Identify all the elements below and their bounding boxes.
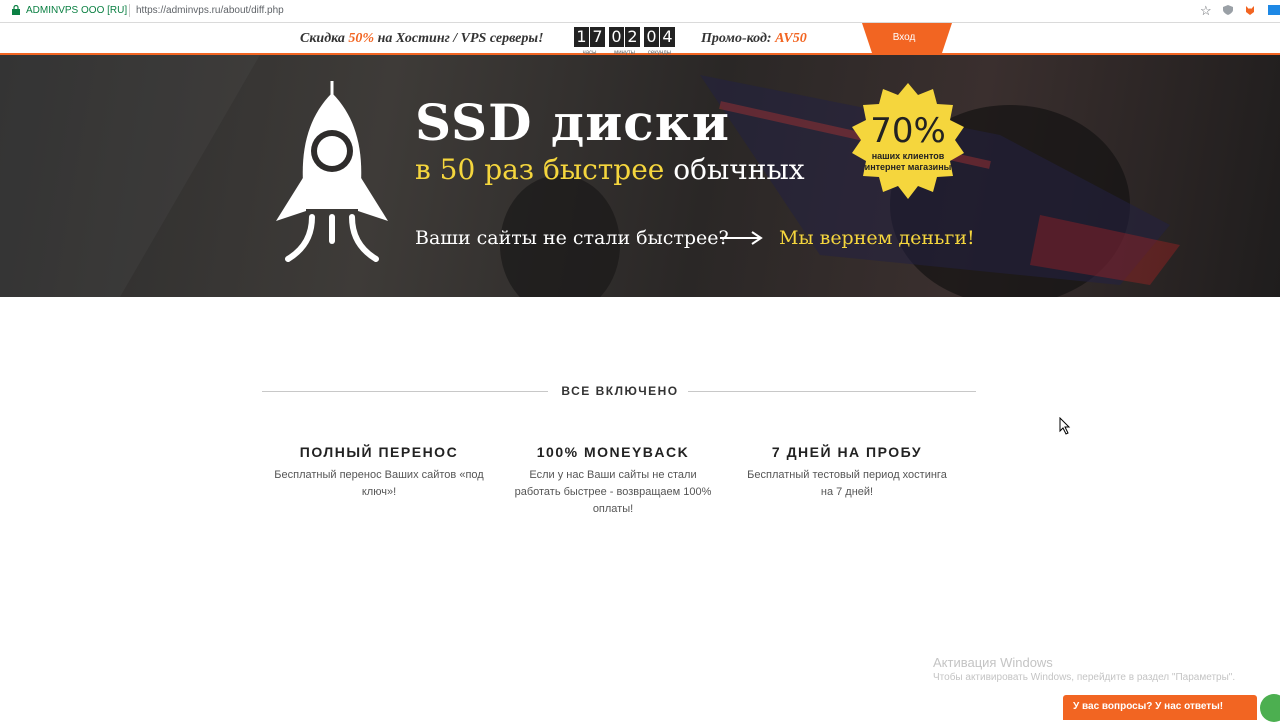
hero-subtitle: в 50 раз быстрее обычных [415,153,805,186]
badge-caption: наших клиентов интернет магазины [864,151,952,172]
feature-title: ПОЛНЫЙ ПЕРЕНОС [299,444,459,460]
address-url[interactable]: https://adminvps.ru/about/diff.php [136,5,284,16]
timer-digit: 4 [660,27,675,47]
shield-extension-icon[interactable] [1222,4,1234,16]
timer-digit: 1 [574,27,589,47]
rocket-icon [276,81,388,262]
hero-title: SSD диски [415,93,730,152]
windows-activation-title: Активация Windows [933,655,1053,670]
section-divider-right [688,391,976,392]
mouse-cursor-icon [1059,417,1071,435]
timer-digit: 0 [644,27,659,47]
chat-status-icon[interactable] [1260,694,1280,722]
iq-extension-icon[interactable] [1268,4,1280,16]
chat-widget-button[interactable]: У вас вопросы? У нас ответы! [1063,695,1257,720]
promo-code-label: Промо-код: [701,31,776,46]
hero-question: Ваши сайты не стали быстрее? [415,227,729,249]
countdown-timer: 1 7 часы 0 2 минуты 0 4 секунды [574,27,675,56]
discount-text: Скидка 50% на Хостинг / VPS серверы! [300,31,544,47]
feature-item: 7 ДНЕЙ НА ПРОБУ Бесплатный тестовый пери… [742,444,952,501]
timer-seconds: 0 4 секунды [644,27,675,56]
feature-text: Если у нас Ваши сайты не стали работать … [514,469,712,515]
discount-prefix: Скидка [300,31,349,46]
feature-title: 7 ДНЕЙ НА ПРОБУ [771,444,923,460]
hero-subtitle-highlight: в 50 раз быстрее [415,153,665,186]
chat-widget-label: У вас вопросы? У нас ответы! [1073,701,1224,712]
promo-code-text: Промо-код: AV50 [701,31,807,47]
feature-item: 100% MONEYBACK Если у нас Ваши сайты не … [508,444,718,518]
badge-percent: 70% [870,111,946,151]
feature-item: ПОЛНЫЙ ПЕРЕНОС Бесплатный перенос Ваших … [274,444,484,501]
timer-digit: 0 [609,27,624,47]
discount-suffix: на Хостинг / VPS серверы! [374,31,544,46]
fox-extension-icon[interactable] [1244,4,1256,16]
hero-guarantee: Мы вернем деньги! [779,227,975,249]
login-button-label: Вход [892,32,916,43]
lock-icon [12,5,20,15]
feature-text: Бесплатный тестовый период хостинга на 7… [747,469,947,498]
timer-digit: 2 [625,27,640,47]
address-separator [129,4,130,17]
feature-title: 100% MONEYBACK [536,444,690,460]
promo-code-value: AV50 [775,31,807,46]
feature-text: Бесплатный перенос Ваших сайтов «под клю… [274,469,484,498]
timer-digit: 7 [590,27,605,47]
hero-banner: SSD диски в 50 раз быстрее обычных Ваши … [0,55,1280,297]
section-divider-left [262,391,548,392]
discount-value: 50% [348,31,375,46]
login-button[interactable]: Вход [862,23,952,53]
browser-address-bar: ADMINVPS OOO [RU] https://adminvps.ru/ab… [0,0,1280,23]
section-title: ВСЕ ВКЛЮЧЕНО [561,384,679,398]
hero-subtitle-rest: обычных [664,153,805,186]
promo-bar: Скидка 50% на Хостинг / VPS серверы! 1 7… [0,23,1280,56]
bookmark-star-icon[interactable]: ☆ [1200,3,1212,19]
timer-hours: 1 7 часы [574,27,605,56]
secure-site-label: ADMINVPS OOO [RU] [26,5,128,16]
timer-minutes: 0 2 минуты [609,27,640,56]
arrow-right-icon [720,231,763,245]
windows-activation-text: Чтобы активировать Windows, перейдите в … [933,672,1236,683]
